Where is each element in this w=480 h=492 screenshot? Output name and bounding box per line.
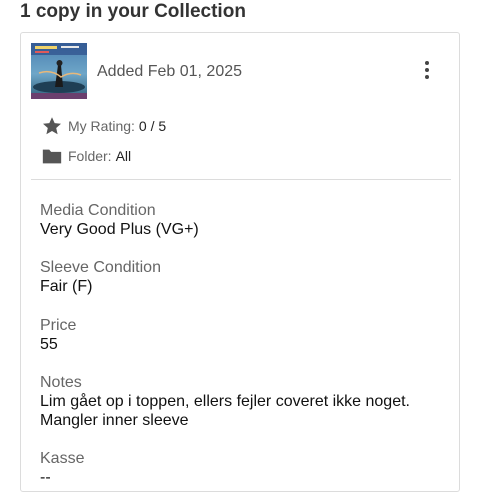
- media-condition-value: Very Good Plus (VG+): [40, 221, 199, 238]
- date-added: Added Feb 01, 2025: [97, 63, 243, 80]
- notes-value-line-2: Mangler inner sleeve: [40, 412, 189, 429]
- my-rating-value: 0 / 5: [138, 118, 167, 134]
- notes-label: Notes: [40, 374, 82, 391]
- kasse-label: Kasse: [40, 450, 85, 467]
- notes-value-line-1: Lim gået op i toppen, ellers fejler cove…: [40, 393, 410, 410]
- price-label: Price: [40, 317, 77, 334]
- sleeve-condition-value: Fair (F): [40, 278, 93, 295]
- media-condition-label: Media Condition: [40, 202, 156, 219]
- more-options-button[interactable]: [417, 58, 437, 86]
- section-divider: [31, 179, 451, 180]
- my-rating-row[interactable]: My Rating: 0 / 5: [41, 115, 166, 137]
- kasse-value: --: [40, 469, 51, 486]
- folder-row[interactable]: Folder: All: [41, 145, 131, 167]
- folder-label: Folder:: [68, 148, 112, 164]
- my-rating-label: My Rating:: [68, 118, 135, 134]
- album-cover-thumbnail[interactable]: [31, 43, 87, 99]
- star-icon: [41, 115, 63, 137]
- collection-heading: 1 copy in your Collection: [20, 1, 246, 22]
- collection-item-card: Added Feb 01, 2025 My Rating: 0 / 5 Fold…: [20, 32, 460, 492]
- folder-icon: [41, 145, 63, 167]
- more-vertical-icon: [425, 61, 429, 65]
- sleeve-condition-label: Sleeve Condition: [40, 259, 161, 276]
- album-cover-image: [31, 43, 87, 99]
- price-value: 55: [40, 336, 58, 353]
- folder-value: All: [115, 148, 132, 164]
